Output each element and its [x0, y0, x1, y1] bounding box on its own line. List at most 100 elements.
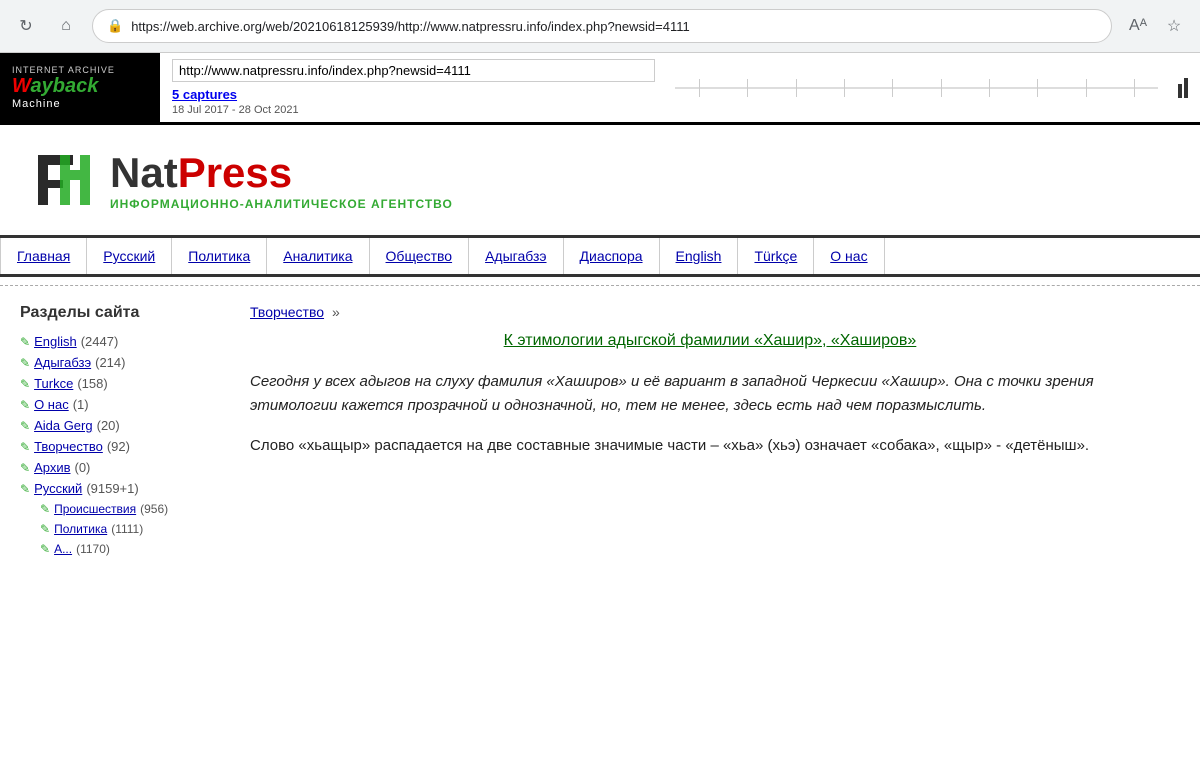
- sidebar-count-politika-sub: (1111): [111, 522, 143, 536]
- pen-icon-aidagerg: ✎: [20, 419, 30, 433]
- address-text: https://web.archive.org/web/202106181259…: [131, 19, 1097, 34]
- logo-text-area: NatPress ИНФОРМАЦИОННО-АНАЛИТИЧЕСКОЕ АГЕ…: [110, 149, 453, 211]
- logo-subtitle: ИНФОРМАЦИОННО-АНАЛИТИЧЕСКОЕ АГЕНТСТВО: [110, 197, 453, 211]
- article-para1: Сегодня у всех адыгов на слуху фамилия «…: [250, 370, 1170, 418]
- reload-button[interactable]: ↻: [12, 12, 40, 40]
- logo-icon: [30, 145, 100, 215]
- reader-mode-button[interactable]: Aᴬ: [1124, 12, 1152, 40]
- sidebar: Разделы сайта ✎ English (2447) ✎ Адыгабз…: [20, 304, 220, 562]
- nav-bar: Главная Русский Политика Аналитика Общес…: [0, 235, 1200, 277]
- bookmark-button[interactable]: ☆: [1160, 12, 1188, 40]
- article-title[interactable]: К этимологии адыгской фамилии «Хашир», «…: [250, 332, 1170, 350]
- sidebar-count-arkhiv: (0): [75, 460, 91, 475]
- sidebar-item-adygabze: ✎ Адыгабзэ (214): [20, 355, 220, 370]
- nav-item-english[interactable]: English: [660, 238, 739, 274]
- sidebar-count-aidagerg: (20): [97, 418, 120, 433]
- sidebar-count-a-sub: (1170): [76, 542, 110, 556]
- sidebar-count-proisshestviya: (956): [140, 502, 168, 516]
- pen-icon-russkiy: ✎: [20, 482, 30, 496]
- pen-icon-arkhiv: ✎: [20, 461, 30, 475]
- sidebar-link-english[interactable]: English: [34, 334, 77, 349]
- article-body: Сегодня у всех адыгов на слуху фамилия «…: [250, 370, 1170, 458]
- wayback-date-range: 18 Jul 2017 - 28 Oct 2021: [172, 104, 655, 116]
- wayback-url-area: 5 captures 18 Jul 2017 - 28 Oct 2021: [160, 53, 667, 122]
- browser-right-icons: Aᴬ ☆: [1124, 12, 1188, 40]
- sidebar-link-aidagerg[interactable]: Aida Gerg: [34, 418, 93, 433]
- logo-nat: Nat: [110, 149, 178, 196]
- pen-icon-a-sub: ✎: [40, 542, 50, 556]
- sidebar-item-tvorchestvo: ✎ Творчество (92): [20, 439, 220, 454]
- sidebar-item-turkce: ✎ Turkce (158): [20, 376, 220, 391]
- pen-icon-onas: ✎: [20, 398, 30, 412]
- content-divider: [0, 285, 1200, 286]
- address-bar[interactable]: 🔒 https://web.archive.org/web/2021061812…: [92, 9, 1112, 43]
- wayback-logo-w: W: [12, 75, 31, 97]
- sidebar-link-a-sub[interactable]: А...: [54, 542, 72, 556]
- pen-icon-adygabze: ✎: [20, 356, 30, 370]
- sidebar-item-arkhiv: ✎ Архив (0): [20, 460, 220, 475]
- site-logo: NatPress ИНФОРМАЦИОННО-АНАЛИТИЧЕСКОЕ АГЕ…: [30, 145, 453, 215]
- pen-icon-english: ✎: [20, 335, 30, 349]
- sidebar-title: Разделы сайта: [20, 304, 220, 322]
- breadcrumb-sep: »: [332, 304, 340, 320]
- internet-archive-label: INTERNET ARCHIVE: [12, 65, 148, 75]
- wayback-logo-ayback: ayback: [31, 75, 99, 97]
- sidebar-link-arkhiv[interactable]: Архив: [34, 460, 70, 475]
- wayback-captures-link[interactable]: 5 captures: [172, 87, 237, 102]
- wayback-timeline-area: [667, 53, 1166, 122]
- sidebar-item-aidagerg: ✎ Aida Gerg (20): [20, 418, 220, 433]
- sidebar-item-proisshestviya: ✎ Происшествия (956): [40, 502, 220, 516]
- sidebar-count-onas: (1): [73, 397, 89, 412]
- nav-item-glavnaya[interactable]: Главная: [0, 238, 87, 274]
- sidebar-sub: ✎ Происшествия (956) ✎ Политика (1111) ✎…: [40, 502, 220, 556]
- wayback-timeline: [675, 87, 1158, 89]
- sidebar-link-russkiy[interactable]: Русский: [34, 481, 82, 496]
- wayback-bars-area: [1166, 53, 1200, 122]
- article-area: Творчество » К этимологии адыгской фамил…: [240, 304, 1180, 562]
- wayback-bar-chart: [1178, 78, 1188, 98]
- bar-2: [1184, 78, 1188, 98]
- sidebar-count-russkiy: (9159+1): [86, 481, 138, 496]
- nav-item-russkiy[interactable]: Русский: [87, 238, 172, 274]
- site-header: NatPress ИНФОРМАЦИОННО-АНАЛИТИЧЕСКОЕ АГЕ…: [0, 125, 1200, 235]
- sidebar-count-adygabze: (214): [95, 355, 125, 370]
- sidebar-item-russkiy: ✎ Русский (9159+1): [20, 481, 220, 496]
- sidebar-link-adygabze[interactable]: Адыгабзэ: [34, 355, 91, 370]
- sidebar-link-onas[interactable]: О нас: [34, 397, 69, 412]
- pen-icon-proisshestviya: ✎: [40, 502, 50, 516]
- page-content: NatPress ИНФОРМАЦИОННО-АНАЛИТИЧЕСКОЕ АГЕ…: [0, 125, 1200, 725]
- home-button[interactable]: ⌂: [52, 12, 80, 40]
- sidebar-count-english: (2447): [81, 334, 119, 349]
- browser-toolbar: ↻ ⌂ 🔒 https://web.archive.org/web/202106…: [0, 0, 1200, 52]
- nav-item-turkce[interactable]: Türkçe: [738, 238, 814, 274]
- sidebar-item-a-sub: ✎ А... (1170): [40, 542, 220, 556]
- wayback-bar: INTERNET ARCHIVE Wayback Machine 5 captu…: [0, 53, 1200, 125]
- wayback-logo-area: INTERNET ARCHIVE Wayback Machine: [0, 53, 160, 122]
- nav-item-onas[interactable]: О нас: [814, 238, 884, 274]
- main-layout: Разделы сайта ✎ English (2447) ✎ Адыгабз…: [0, 294, 1200, 572]
- pen-icon-tvorchestvo: ✎: [20, 440, 30, 454]
- pen-icon-politika-sub: ✎: [40, 522, 50, 536]
- sidebar-link-politika-sub[interactable]: Политика: [54, 522, 107, 536]
- breadcrumb-tvorchestvo[interactable]: Творчество: [250, 304, 324, 320]
- logo-natpress: NatPress: [110, 149, 453, 197]
- sidebar-link-proisshestviya[interactable]: Происшествия: [54, 502, 136, 516]
- lock-icon: 🔒: [107, 18, 123, 34]
- nav-item-politika[interactable]: Политика: [172, 238, 267, 274]
- sidebar-count-tvorchestvo: (92): [107, 439, 130, 454]
- pen-icon-turkce: ✎: [20, 377, 30, 391]
- browser-chrome: ↻ ⌂ 🔒 https://web.archive.org/web/202106…: [0, 0, 1200, 53]
- nav-item-diaspora[interactable]: Диаспора: [564, 238, 660, 274]
- wayback-machine-label: Machine: [12, 98, 148, 110]
- nav-item-analitika[interactable]: Аналитика: [267, 238, 369, 274]
- sidebar-item-english: ✎ English (2447): [20, 334, 220, 349]
- sidebar-item-onas: ✎ О нас (1): [20, 397, 220, 412]
- nav-item-adygabze[interactable]: Адыгабзэ: [469, 238, 563, 274]
- sidebar-item-politika-sub: ✎ Политика (1111): [40, 522, 220, 536]
- sidebar-link-tvorchestvo[interactable]: Творчество: [34, 439, 103, 454]
- wayback-url-input[interactable]: [172, 59, 655, 82]
- sidebar-count-turkce: (158): [77, 376, 107, 391]
- wayback-logo: Wayback: [12, 75, 148, 98]
- sidebar-link-turkce[interactable]: Turkce: [34, 376, 73, 391]
- nav-item-obschestvo[interactable]: Общество: [370, 238, 470, 274]
